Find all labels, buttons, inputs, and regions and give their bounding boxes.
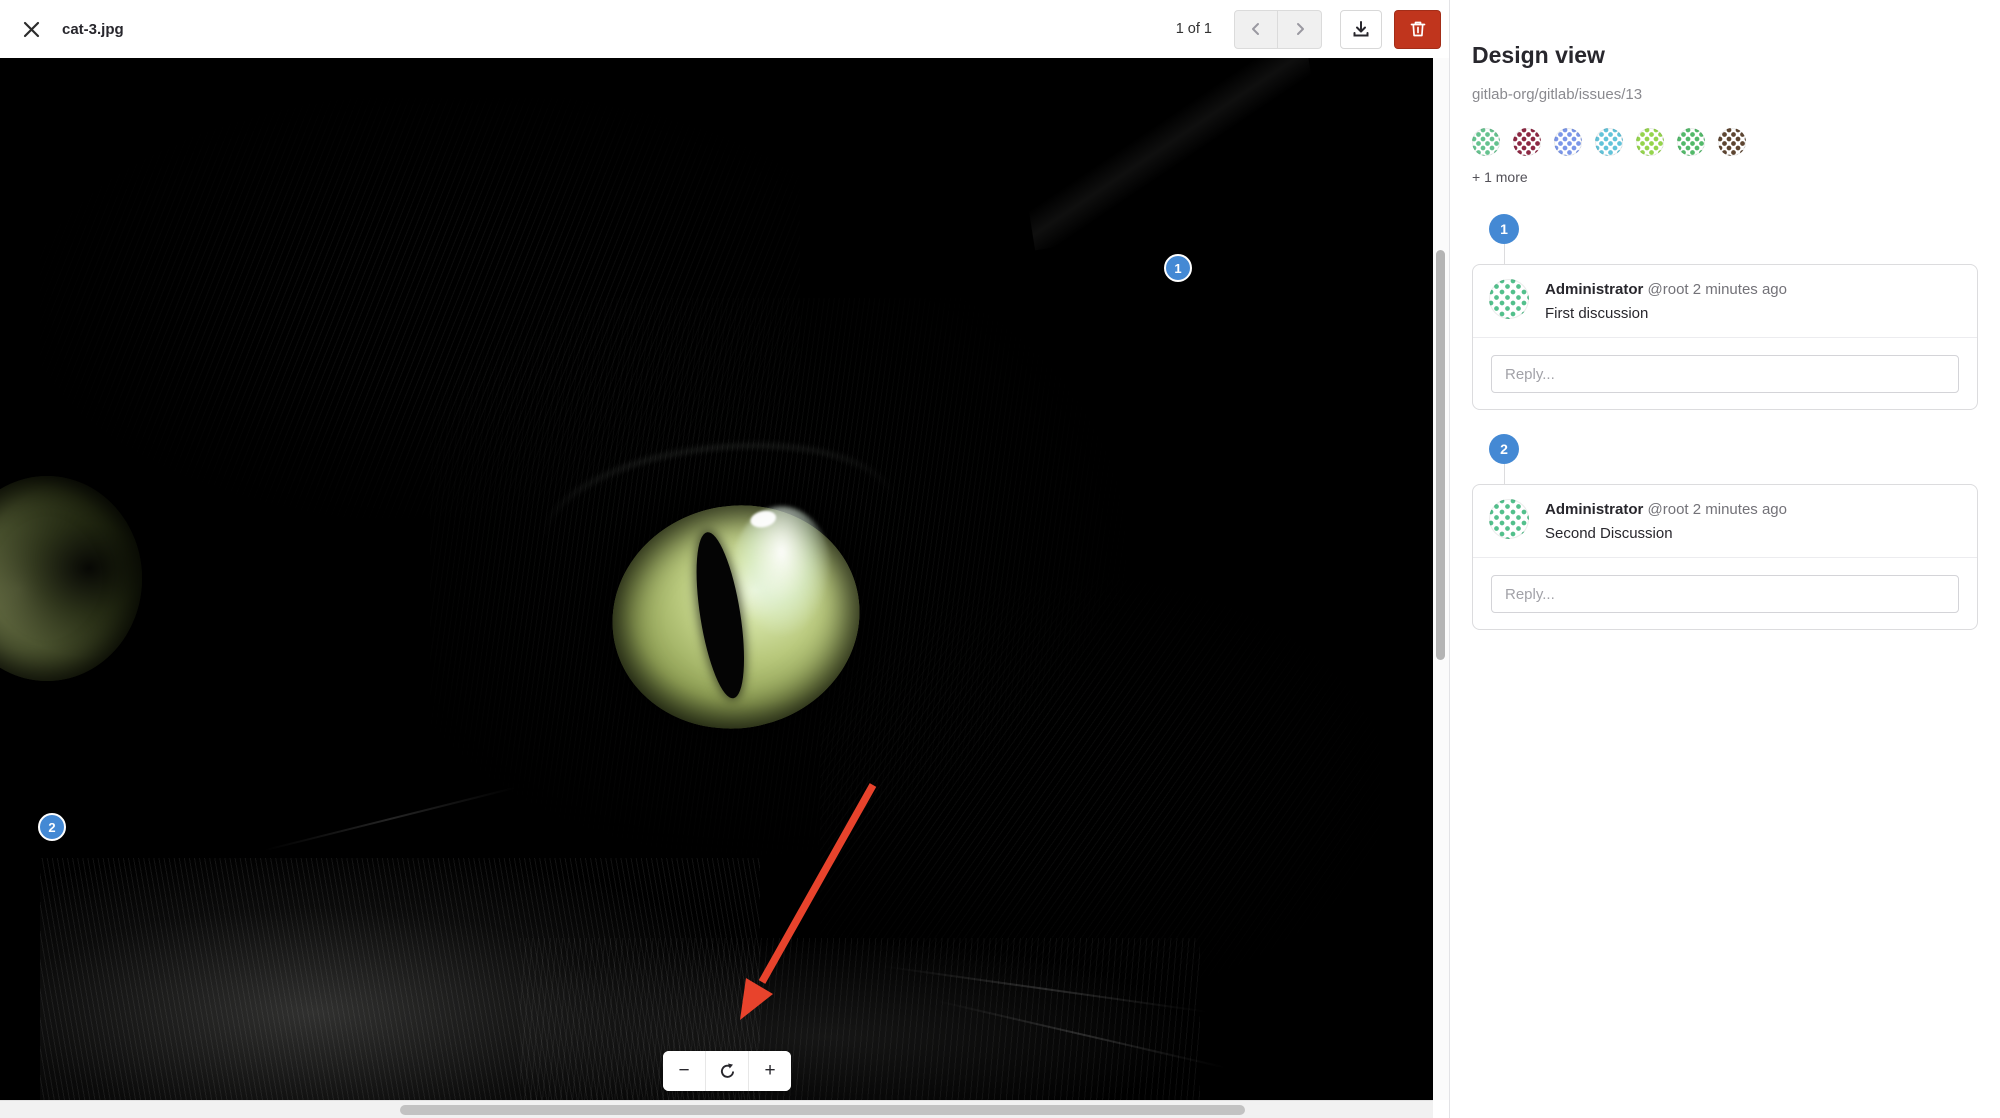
reply-input[interactable] — [1491, 575, 1959, 613]
more-participants-link[interactable]: + 1 more — [1472, 169, 1978, 185]
discussion-badge-2[interactable]: 2 — [1489, 434, 1519, 464]
participant-avatar[interactable] — [1636, 128, 1664, 156]
participant-avatar[interactable] — [1718, 128, 1746, 156]
sidebar-title: Design view — [1472, 42, 1978, 69]
participant-avatar[interactable] — [1595, 128, 1623, 156]
pin-label: 1 — [1174, 261, 1181, 276]
discussion-card: Administrator @root 2 minutes ago Second… — [1472, 484, 1978, 630]
download-icon — [1352, 20, 1370, 38]
design-pager — [1234, 10, 1322, 49]
comment-author-avatar — [1489, 279, 1529, 319]
close-icon — [23, 21, 40, 38]
design-pin-1[interactable]: 1 — [1164, 254, 1192, 282]
trash-icon — [1409, 20, 1427, 38]
rotate-counterclockwise-icon — [718, 1062, 737, 1081]
comment-author: Administrator — [1545, 501, 1643, 518]
cat-photo — [0, 58, 1433, 1100]
comment-body: Second Discussion — [1545, 523, 1787, 544]
download-button[interactable] — [1340, 10, 1382, 49]
chevron-right-icon — [1292, 21, 1308, 37]
design-image-stage[interactable]: 1 2 − + — [0, 58, 1433, 1100]
participant-avatar[interactable] — [1513, 128, 1541, 156]
discussion-card: Administrator @root 2 minutes ago First … — [1472, 264, 1978, 410]
vertical-scrollbar-thumb[interactable] — [1436, 250, 1445, 660]
comment-meta: @root 2 minutes ago — [1648, 501, 1787, 518]
participant-avatar[interactable] — [1677, 128, 1705, 156]
rotate-button[interactable] — [705, 1051, 748, 1091]
zoom-out-button[interactable]: − — [663, 1051, 705, 1091]
discussion-connector — [1504, 464, 1505, 484]
chevron-left-icon — [1248, 21, 1264, 37]
cat-ear — [1009, 58, 1332, 250]
horizontal-scrollbar-thumb[interactable] — [400, 1105, 1245, 1115]
comment: Administrator @root 2 minutes ago Second… — [1473, 485, 1977, 557]
pagination-counter: 1 of 1 — [1176, 21, 1212, 37]
fur-texture — [520, 938, 1200, 1100]
discussion-connector — [1504, 244, 1505, 264]
participant-avatar[interactable] — [1472, 128, 1500, 156]
design-filename: cat-3.jpg — [62, 21, 124, 38]
discussion-badge-1[interactable]: 1 — [1489, 214, 1519, 244]
zoom-toolbar: − + — [663, 1051, 791, 1091]
topbar-actions: 1 of 1 — [1176, 10, 1441, 49]
comment-author-avatar — [1489, 499, 1529, 539]
comment-meta: @root 2 minutes ago — [1648, 281, 1787, 298]
comment-body: First discussion — [1545, 303, 1787, 324]
comment-author: Administrator — [1545, 281, 1643, 298]
eye-highlight — [732, 507, 832, 637]
comment: Administrator @root 2 minutes ago First … — [1473, 265, 1977, 337]
delete-design-button[interactable] — [1394, 10, 1441, 49]
breadcrumb: gitlab-org/gitlab/issues/13 — [1472, 86, 1978, 103]
design-pin-2[interactable]: 2 — [38, 813, 66, 841]
topbar: cat-3.jpg 1 of 1 — [0, 0, 1449, 58]
fur-texture — [820, 578, 1380, 998]
next-design-button[interactable] — [1278, 10, 1322, 49]
design-management-view: cat-3.jpg 1 of 1 — [0, 0, 2000, 1118]
design-sidebar: Design view gitlab-org/gitlab/issues/13 … — [1449, 0, 2000, 1118]
close-button[interactable] — [14, 12, 48, 46]
reply-zone — [1473, 557, 1977, 629]
participant-avatar[interactable] — [1554, 128, 1582, 156]
pin-label: 2 — [48, 820, 55, 835]
reply-input[interactable] — [1491, 355, 1959, 393]
discussion-thread-2: 2 Administrator @root 2 minutes ago Seco… — [1472, 434, 1978, 630]
horizontal-scrollbar[interactable] — [0, 1100, 1433, 1118]
discussion-thread-1: 1 Administrator @root 2 minutes ago Firs… — [1472, 214, 1978, 410]
zoom-in-button[interactable]: + — [748, 1051, 791, 1091]
previous-design-button[interactable] — [1234, 10, 1278, 49]
vertical-scrollbar[interactable] — [1433, 58, 1449, 1100]
participants-row — [1472, 128, 1978, 156]
reply-zone — [1473, 337, 1977, 409]
